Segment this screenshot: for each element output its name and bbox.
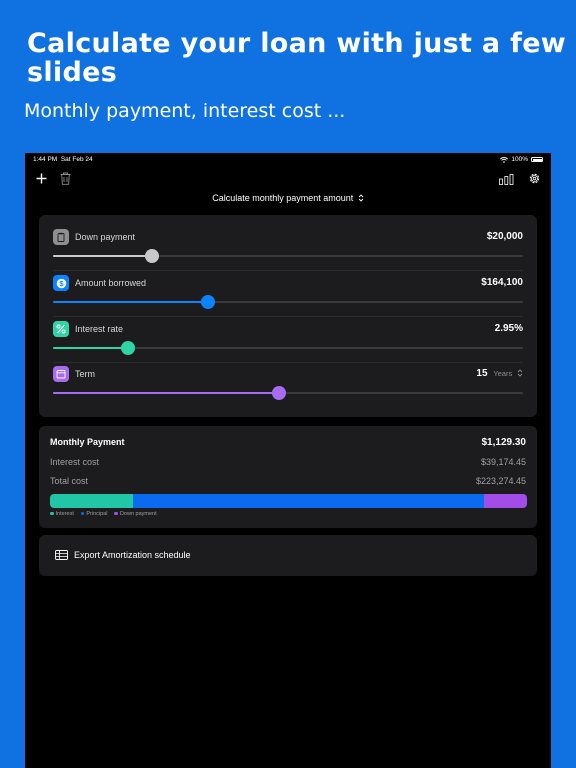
term-value-select[interactable]: 15 Years: [476, 368, 523, 379]
down-payment-segment: [484, 494, 527, 508]
gear-icon: [529, 173, 539, 183]
interest-rate-label: Interest rate: [75, 324, 124, 334]
total-cost-value: $223,274.45: [475, 476, 526, 486]
status-bar: 1:44 PM Sat Feb 24 100%: [25, 153, 551, 166]
divider: [53, 362, 523, 363]
interest-segment: [50, 494, 134, 508]
bar-chart-icon: [498, 173, 513, 185]
calculation-mode-select[interactable]: Calculate monthly payment amount: [25, 193, 551, 203]
wifi-icon: [500, 156, 509, 163]
plus-icon: [36, 173, 46, 183]
calculation-mode-label: Calculate monthly payment amount: [212, 193, 354, 203]
cost-breakdown-legend: Interest Principal Down payment: [50, 511, 157, 517]
export-amortization-label: Export Amortization schedule: [74, 550, 191, 560]
cost-breakdown-bar: [50, 494, 527, 508]
app-screen: 1:44 PM Sat Feb 24 100% Calculate monthl…: [25, 153, 551, 768]
down-payment-slider[interactable]: [53, 249, 523, 263]
down-payment-label: Down payment: [75, 232, 136, 242]
divider: [53, 316, 523, 317]
settings-button[interactable]: [527, 171, 541, 185]
status-indicators: 100%: [500, 156, 543, 163]
promo-headline: Calculate your loan with just a few slid…: [27, 28, 567, 88]
term-slider[interactable]: [53, 386, 523, 400]
battery-icon: [531, 157, 543, 162]
term-row: Term 15 Years: [53, 365, 523, 409]
down-payment-slider-fill: [53, 255, 152, 257]
chevron-updown-icon: [358, 194, 364, 202]
calendar-icon: [53, 366, 69, 382]
amount-borrowed-slider-thumb[interactable]: [201, 295, 216, 309]
chart-button[interactable]: [498, 172, 514, 186]
interest-rate-value: 2.95%: [494, 323, 523, 334]
term-slider-thumb[interactable]: [271, 386, 286, 400]
dollar-icon: $: [53, 275, 69, 291]
interest-rate-slider[interactable]: [53, 341, 523, 355]
down-payment-slider-thumb[interactable]: [144, 249, 159, 263]
interest-rate-row: Interest rate 2.95%: [53, 320, 523, 364]
legend-down-payment: Down payment: [114, 511, 157, 517]
interest-cost-value: $39,174.45: [480, 457, 526, 467]
down-payment-row: Down payment $20,000: [53, 228, 523, 272]
term-unit: Years: [493, 369, 513, 378]
legend-principal: Principal: [80, 511, 107, 517]
principal-segment: [133, 494, 485, 508]
chevron-updown-icon: [517, 369, 523, 377]
interest-cost-label: Interest cost: [50, 457, 100, 467]
loan-parameters-card: Down payment $20,000 $ Amount borrowed $…: [39, 215, 537, 417]
amount-borrowed-label: Amount borrowed: [75, 278, 147, 288]
monthly-payment-label: Monthly Payment: [50, 437, 125, 447]
amount-borrowed-value: $164,100: [481, 277, 523, 288]
legend-interest: Interest: [50, 511, 74, 517]
monthly-payment-value: $1,129.30: [481, 437, 527, 448]
term-value: 15: [476, 368, 488, 379]
percent-icon: [53, 321, 69, 337]
amount-borrowed-row: $ Amount borrowed $164,100: [53, 274, 523, 318]
table-icon: [55, 550, 68, 560]
trash-icon: [60, 172, 70, 185]
total-cost-label: Total cost: [50, 476, 89, 486]
term-slider-fill: [53, 392, 279, 394]
interest-rate-slider-thumb[interactable]: [121, 341, 136, 355]
status-time: 1:44 PM Sat Feb 24: [33, 156, 93, 163]
payment-summary-card: Monthly Payment $1,129.30 Interest cost …: [39, 426, 537, 528]
battery-percent: 100%: [511, 156, 528, 163]
term-label: Term: [75, 369, 95, 379]
amount-borrowed-slider[interactable]: [53, 295, 523, 309]
promo-subline: Monthly payment, interest cost ...: [24, 100, 346, 122]
divider: [53, 270, 523, 271]
down-payment-value: $20,000: [486, 231, 523, 242]
clipboard-icon: [53, 229, 69, 245]
export-amortization-button[interactable]: Export Amortization schedule: [39, 535, 537, 576]
amount-borrowed-slider-fill: [53, 301, 209, 303]
add-button[interactable]: [35, 171, 47, 185]
interest-rate-slider-fill: [53, 347, 129, 349]
delete-button[interactable]: [59, 171, 71, 185]
